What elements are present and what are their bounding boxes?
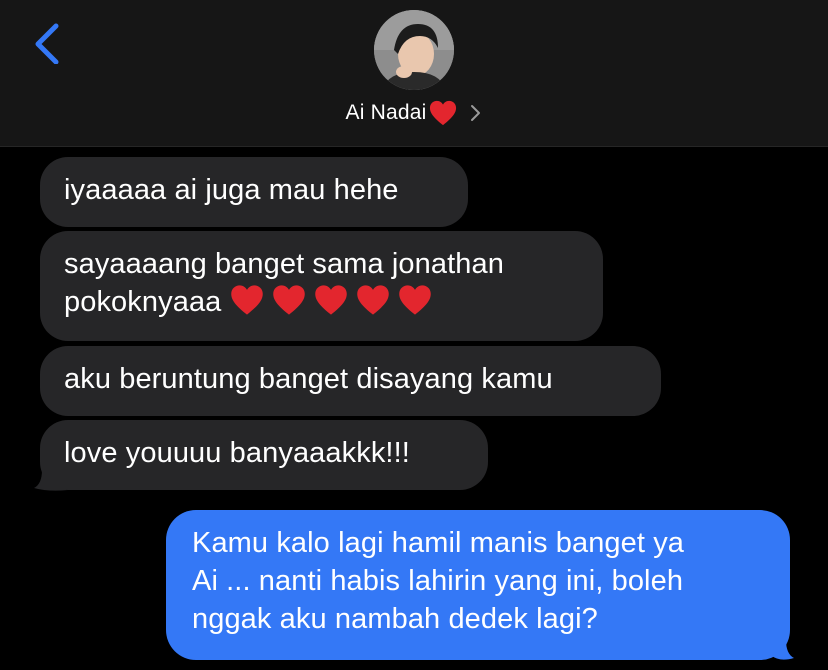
- heart-icon: [430, 100, 457, 126]
- message-text: aku beruntung banget disayang kamu: [64, 363, 553, 395]
- back-button[interactable]: [26, 20, 70, 65]
- heart-emojis: [229, 283, 433, 317]
- bubble-tail: [772, 630, 794, 660]
- message-text: Ai ... nanti habis lahirin yang ini, bol…: [192, 565, 684, 597]
- message-text: Kamu kalo lagi hamil manis banget ya: [192, 527, 685, 559]
- heart-icon: [231, 285, 264, 315]
- bubble-tail: [34, 462, 68, 491]
- contact-name: Ai Nadai: [345, 101, 427, 124]
- message-text: love youuuu banyaaakkk!!!: [64, 437, 410, 469]
- received-message[interactable]: sayaaaang banget sama jonathan pokoknyaa…: [40, 231, 603, 341]
- contact-avatar[interactable]: [374, 10, 454, 90]
- received-message[interactable]: love youuuu banyaaakkk!!!: [40, 420, 488, 490]
- messages-screen: Ai Nadai iyaaaaa ai juga mau hehe sayaaa…: [0, 0, 828, 670]
- contact-name-button[interactable]: Ai Nadai: [0, 96, 828, 130]
- heart-icon: [273, 285, 306, 315]
- heart-icon: [315, 285, 348, 315]
- chevron-right-icon: [471, 105, 481, 121]
- received-message[interactable]: iyaaaaa ai juga mau hehe: [40, 157, 468, 227]
- received-message[interactable]: aku beruntung banget disayang kamu: [40, 346, 661, 416]
- message-text-line: pokoknyaaa: [64, 283, 579, 321]
- message-text: sayaaaang banget sama jonathan: [64, 248, 504, 280]
- sent-message[interactable]: Kamu kalo lagi hamil manis banget ya Ai …: [166, 510, 790, 660]
- heart-icon: [399, 285, 432, 315]
- chevron-left-icon: [35, 23, 59, 65]
- heart-icon: [357, 285, 390, 315]
- message-text: pokoknyaaa: [64, 286, 222, 318]
- message-text: iyaaaaa ai juga mau hehe: [64, 174, 399, 206]
- avatar-photo: [374, 10, 454, 90]
- message-text: nggak aku nambah dedek lagi?: [192, 603, 598, 635]
- conversation-header: Ai Nadai: [0, 0, 828, 147]
